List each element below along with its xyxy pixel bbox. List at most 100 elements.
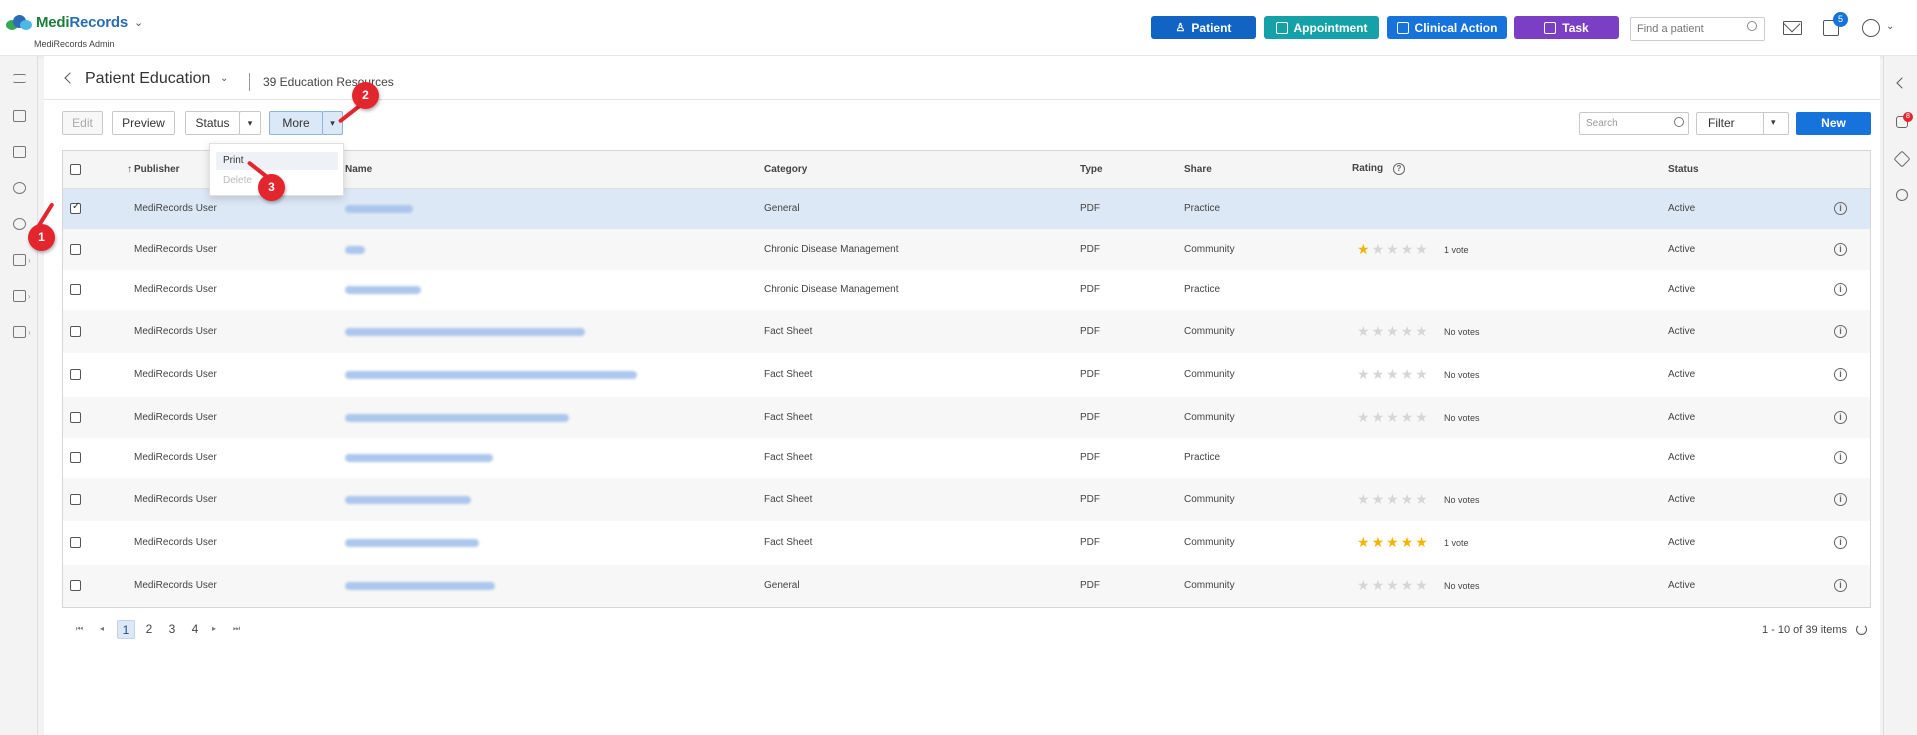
table-row[interactable]: MediRecords User Fact Sheet PDF Community ★ ★… bbox=[63, 397, 1870, 438]
resource-name-link[interactable] bbox=[345, 205, 413, 213]
home-icon[interactable] bbox=[13, 110, 26, 122]
row-checkbox[interactable] bbox=[70, 369, 81, 380]
chevron-down-icon[interactable]: ▾ bbox=[1771, 117, 1776, 128]
resource-name-link[interactable] bbox=[345, 582, 495, 590]
column-status[interactable]: Status bbox=[1668, 164, 1699, 175]
resource-name-link[interactable] bbox=[345, 286, 421, 294]
more-button[interactable]: More bbox=[269, 111, 323, 135]
status-button[interactable]: Status bbox=[185, 111, 240, 135]
apps-icon[interactable] bbox=[13, 254, 26, 266]
print-menu-item[interactable]: Print bbox=[216, 152, 338, 170]
row-checkbox[interactable] bbox=[70, 284, 81, 295]
expand-menu-icon[interactable] bbox=[13, 74, 26, 83]
chevron-down-icon[interactable]: ⌄ bbox=[134, 16, 143, 29]
column-type[interactable]: Type bbox=[1080, 164, 1103, 175]
resource-name-link[interactable] bbox=[345, 454, 493, 462]
column-publisher[interactable]: Publisher bbox=[134, 164, 180, 175]
search-icon[interactable] bbox=[1674, 117, 1684, 127]
star-rating[interactable]: ★ ★ ★ ★ ★ bbox=[1357, 367, 1428, 381]
column-share[interactable]: Share bbox=[1184, 164, 1212, 175]
help-icon[interactable]: ? bbox=[1393, 163, 1405, 175]
people-icon[interactable] bbox=[13, 182, 26, 194]
pin-icon[interactable] bbox=[1893, 150, 1911, 168]
resource-name-link[interactable] bbox=[345, 414, 569, 422]
info-icon[interactable]: i bbox=[1834, 243, 1847, 256]
table-row[interactable]: MediRecords User General PDF Community ★ ★ ★ ★ ★… bbox=[63, 565, 1870, 607]
info-icon[interactable]: i bbox=[1834, 325, 1847, 338]
table-row[interactable]: MediRecords User Chronic Disease Manageme… bbox=[63, 270, 1870, 310]
search-icon[interactable] bbox=[1747, 21, 1757, 31]
prev-page-icon[interactable]: ◂ bbox=[100, 624, 104, 633]
task-button[interactable]: Task bbox=[1514, 16, 1619, 39]
info-icon[interactable]: i bbox=[1834, 579, 1847, 592]
info-icon[interactable]: i bbox=[1834, 411, 1847, 424]
row-checkbox[interactable] bbox=[70, 326, 81, 337]
page-1[interactable]: 1 bbox=[117, 620, 135, 639]
table-row[interactable]: MediRecords User Fact Sheet PDF Practice Act… bbox=[63, 438, 1870, 478]
star-rating[interactable]: ★ ★ ★ ★ ★ bbox=[1357, 535, 1428, 549]
page-2[interactable]: 2 bbox=[140, 620, 158, 639]
info-icon[interactable]: i bbox=[1834, 368, 1847, 381]
row-checkbox[interactable] bbox=[70, 412, 81, 423]
appointment-button[interactable]: Appointment bbox=[1264, 16, 1379, 39]
folder-share-icon[interactable] bbox=[13, 326, 26, 338]
last-page-icon[interactable]: ⏭ bbox=[233, 624, 240, 634]
resource-name-link[interactable] bbox=[345, 246, 365, 254]
table-row[interactable]: MediRecords User Fact Sheet PDF Community ★ ★… bbox=[63, 521, 1870, 565]
resource-name-link[interactable] bbox=[345, 539, 479, 547]
refresh-icon[interactable] bbox=[1856, 624, 1867, 635]
chevron-right-icon: › bbox=[28, 256, 31, 265]
info-icon[interactable]: i bbox=[1834, 536, 1847, 549]
star-rating[interactable]: ★ ★ ★ ★ ★ bbox=[1357, 410, 1428, 424]
collapse-panel-icon[interactable] bbox=[1896, 77, 1908, 89]
status-dropdown-toggle[interactable]: ▾ bbox=[239, 111, 261, 135]
at-sign-icon[interactable] bbox=[1896, 189, 1908, 201]
table-row[interactable]: MediRecords User Fact Sheet PDF Community ★ ★… bbox=[63, 478, 1870, 521]
resource-name-link[interactable] bbox=[345, 328, 585, 336]
row-checkbox[interactable] bbox=[70, 244, 81, 255]
page-4[interactable]: 4 bbox=[186, 620, 204, 639]
info-icon[interactable]: i bbox=[1834, 283, 1847, 296]
clinical-action-button[interactable]: Clinical Action bbox=[1387, 16, 1507, 39]
first-page-icon[interactable]: ⏮ bbox=[76, 624, 83, 634]
row-checkbox[interactable] bbox=[70, 201, 81, 214]
app-logo[interactable]: MediRecords ⌄ bbox=[6, 14, 143, 31]
search-input[interactable]: Search bbox=[1579, 112, 1689, 135]
person-icon[interactable] bbox=[13, 218, 26, 230]
new-button[interactable]: New bbox=[1796, 112, 1871, 135]
table-row[interactable]: MediRecords User Fact Sheet PDF Community ★ ★… bbox=[63, 353, 1870, 397]
row-checkbox[interactable] bbox=[70, 537, 81, 548]
column-name[interactable]: Name bbox=[345, 164, 372, 175]
chevron-down-icon[interactable]: ⌄ bbox=[1886, 21, 1894, 32]
star-rating[interactable]: ★ ★ ★ ★ ★ bbox=[1357, 492, 1428, 506]
table-row[interactable]: MediRecords User Chronic Disease Manageme… bbox=[63, 229, 1870, 270]
star-rating[interactable]: ★ ★ ★ ★ ★ bbox=[1357, 242, 1428, 256]
table-row[interactable]: MediRecords User Fact Sheet PDF Community ★ ★… bbox=[63, 310, 1870, 353]
column-rating[interactable]: Rating bbox=[1352, 163, 1383, 174]
resource-name-link[interactable] bbox=[345, 371, 637, 379]
patient-button[interactable]: ♙ Patient bbox=[1151, 16, 1256, 39]
resource-name-link[interactable] bbox=[345, 496, 471, 504]
edit-button[interactable]: Edit bbox=[62, 111, 103, 135]
preview-button[interactable]: Preview bbox=[112, 111, 175, 135]
next-page-icon[interactable]: ▸ bbox=[212, 624, 216, 633]
row-checkbox[interactable] bbox=[70, 494, 81, 505]
column-category[interactable]: Category bbox=[764, 164, 807, 175]
find-patient-input[interactable] bbox=[1630, 17, 1765, 41]
back-icon[interactable] bbox=[64, 72, 76, 84]
chevron-down-icon[interactable]: ⌄ bbox=[220, 73, 228, 84]
calendar-icon[interactable] bbox=[13, 146, 26, 158]
star-rating[interactable]: ★ ★ ★ ★ ★ bbox=[1357, 578, 1428, 592]
row-checkbox[interactable] bbox=[70, 580, 81, 591]
user-avatar-icon[interactable] bbox=[1862, 19, 1880, 37]
mail-icon[interactable] bbox=[1783, 21, 1802, 35]
info-icon[interactable]: i bbox=[1834, 493, 1847, 506]
page-3[interactable]: 3 bbox=[163, 620, 181, 639]
row-checkbox[interactable] bbox=[70, 452, 81, 463]
info-icon[interactable]: i bbox=[1834, 202, 1847, 215]
info-icon[interactable]: i bbox=[1834, 451, 1847, 464]
folder-icon[interactable] bbox=[13, 290, 26, 302]
star-rating[interactable]: ★ ★ ★ ★ ★ bbox=[1357, 324, 1428, 338]
page-title[interactable]: Patient Education bbox=[85, 70, 210, 88]
select-all-checkbox[interactable] bbox=[70, 164, 81, 175]
